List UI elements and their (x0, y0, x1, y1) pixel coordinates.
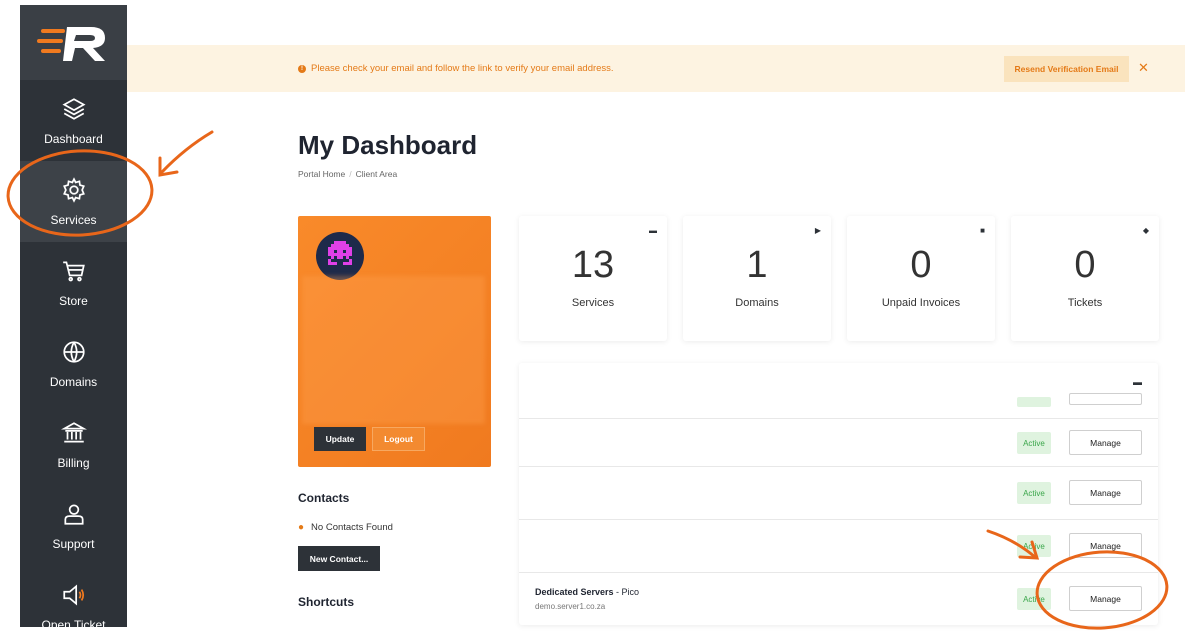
manage-button[interactable]: Manage (1069, 533, 1142, 558)
stat-label: Services (571, 297, 615, 309)
avatar (316, 232, 364, 280)
comment-icon: ◆ (1142, 226, 1149, 235)
stat-tile-tickets[interactable]: ◆ 0 Tickets (1011, 216, 1159, 341)
status-badge: Active (1017, 535, 1051, 557)
sidebar-item-support[interactable]: Support (20, 485, 127, 566)
stat-tile-services[interactable]: ▬ 13 Services (519, 216, 667, 341)
sidebar-item-label: Open Ticket (41, 617, 106, 628)
contacts-heading: Contacts (298, 491, 350, 505)
sidebar-item-domains[interactable]: Domains (20, 323, 127, 404)
logout-button[interactable]: Logout (372, 427, 425, 451)
no-contacts-text: ● No Contacts Found (298, 522, 393, 533)
service-name: Dedicated Servers - Pico (535, 587, 640, 597)
profile-details-redacted (302, 276, 485, 424)
manage-button[interactable]: Manage (1069, 430, 1142, 455)
breadcrumb-current: Client Area (355, 169, 398, 179)
arrow-services (160, 130, 214, 174)
top-bar (127, 5, 1194, 45)
sidebar-item-label: Services (50, 212, 97, 227)
shortcuts-heading: Shortcuts (298, 595, 355, 609)
breadcrumb: Portal Home / Client Area (298, 169, 398, 179)
arrow-head-services (158, 156, 179, 177)
gear-icon (62, 176, 85, 203)
sidebar: Dashboard Services Store Domains Billing… (20, 5, 127, 627)
manage-button[interactable]: Manage (1069, 480, 1142, 505)
logo-icon (36, 26, 105, 61)
stat-value: 13 (571, 244, 615, 286)
status-badge (1017, 397, 1051, 407)
service-host: demo.server1.co.za (535, 602, 606, 611)
manage-button[interactable]: Manage (1069, 586, 1142, 611)
tag-icon: ▶ (814, 226, 821, 235)
resend-verification-button[interactable]: Resend Verification Email (1004, 56, 1129, 82)
sidebar-item-open-ticket[interactable]: Open Ticket (20, 566, 127, 627)
table-row: Active Manage (519, 418, 1158, 466)
stat-value: 0 (1074, 244, 1096, 286)
manage-button[interactable] (1069, 393, 1142, 405)
space-invader-icon (328, 241, 352, 265)
sidebar-item-billing[interactable]: Billing (20, 404, 127, 485)
status-badge: Active (1017, 588, 1051, 610)
active-services-panel: ▬ Active Manage Active Manage Active Man… (519, 363, 1158, 625)
stat-label: Tickets (1067, 297, 1103, 309)
megaphone-icon (62, 583, 84, 606)
bank-icon (60, 421, 87, 443)
sidebar-item-label: Dashboard (44, 131, 103, 146)
sidebar-item-store[interactable]: Store (20, 242, 127, 323)
status-badge: Active (1017, 482, 1051, 504)
new-contact-button[interactable]: New Contact... (298, 546, 380, 571)
user-support-icon (63, 503, 84, 525)
stat-tile-invoices[interactable]: ■ 0 Unpaid Invoices (847, 216, 995, 341)
table-row: Active Manage (519, 519, 1158, 572)
file-icon: ■ (980, 226, 985, 235)
info-icon: ! (298, 64, 306, 73)
brand-logo[interactable] (20, 5, 127, 80)
user-icon: ● (298, 522, 305, 533)
cart-icon (62, 260, 85, 281)
update-button[interactable]: Update (314, 427, 366, 451)
layers-icon (61, 97, 86, 120)
sidebar-item-label: Store (59, 293, 88, 308)
stat-tile-domains[interactable]: ▶ 1 Domains (683, 216, 831, 341)
sidebar-item-dashboard[interactable]: Dashboard (20, 80, 127, 161)
sidebar-item-label: Domains (49, 374, 98, 389)
server-icon: ▬ (1133, 377, 1142, 387)
alert-message: Please check your email and follow the l… (311, 63, 614, 74)
table-row: Dedicated Servers - Pico demo.server1.co… (519, 572, 1158, 625)
verification-alert: ! Please check your email and follow the… (127, 45, 1185, 92)
sidebar-item-label: Billing (57, 455, 90, 470)
sidebar-item-services[interactable]: Services (20, 161, 127, 242)
stat-label: Unpaid Invoices (881, 297, 961, 309)
breadcrumb-home[interactable]: Portal Home (298, 169, 345, 179)
stat-value: 1 (746, 244, 768, 286)
stat-label: Domains (735, 297, 779, 309)
server-icon: ▬ (649, 226, 657, 235)
table-row: Active Manage (519, 466, 1158, 519)
globe-icon (62, 340, 85, 363)
table-row (519, 393, 1158, 419)
close-icon[interactable]: ✕ (1138, 60, 1149, 76)
profile-card: Update Logout (298, 216, 491, 467)
page-title: My Dashboard (298, 130, 478, 160)
stat-value: 0 (910, 244, 932, 286)
sidebar-item-label: Support (52, 536, 95, 551)
status-badge: Active (1017, 432, 1051, 454)
